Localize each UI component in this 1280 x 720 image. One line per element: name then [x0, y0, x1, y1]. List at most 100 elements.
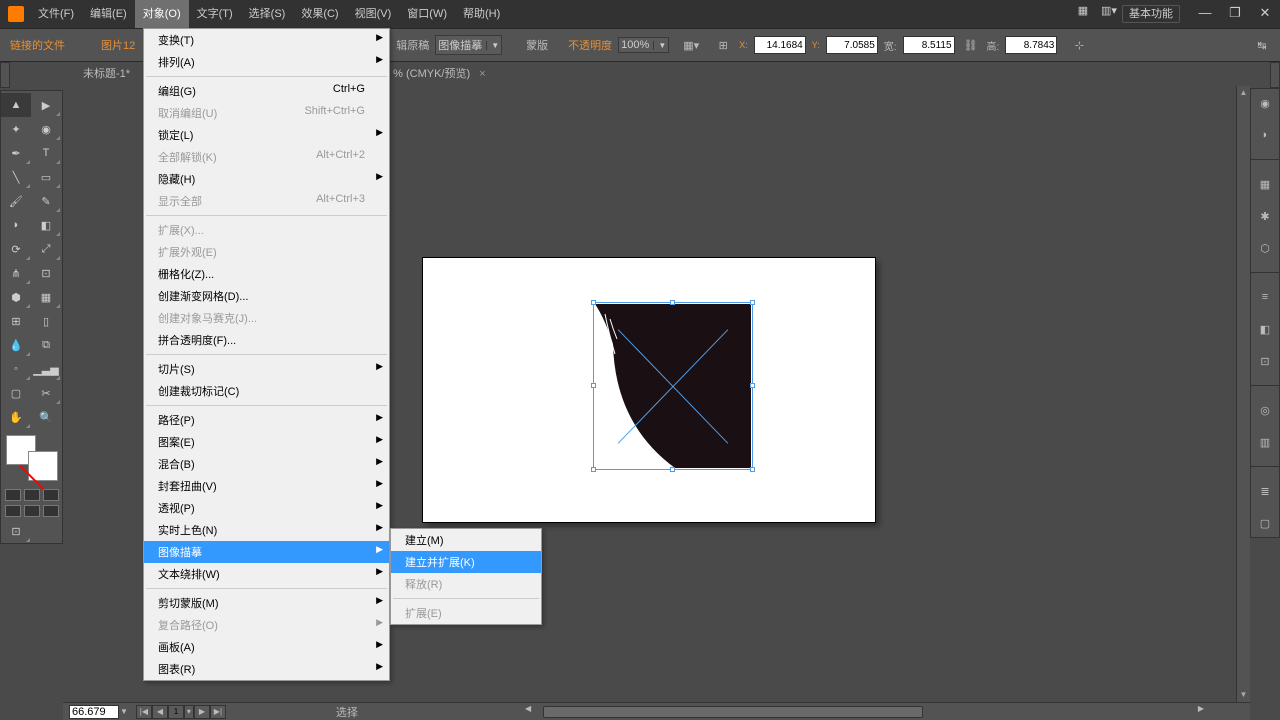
maximize-button[interactable]: ❐: [1220, 4, 1250, 24]
vertical-scrollbar[interactable]: ▲▼: [1236, 86, 1250, 702]
blend-tool[interactable]: ⧉: [31, 333, 61, 357]
menu-item[interactable]: 封套扭曲(V)▶: [144, 475, 389, 497]
menu-item[interactable]: 创建渐变网格(D)...: [144, 285, 389, 307]
paintbrush-tool[interactable]: 🖌: [1, 189, 31, 213]
image-label[interactable]: 图片12: [101, 37, 135, 53]
left-dock-grip[interactable]: [0, 62, 10, 88]
color-mode-row[interactable]: [1, 487, 62, 503]
eraser-tool[interactable]: ◧: [31, 213, 61, 237]
menu-item[interactable]: 栅格化(Z)...: [144, 263, 389, 285]
type-tool[interactable]: T: [31, 141, 61, 165]
menu-item[interactable]: 图案(E)▶: [144, 431, 389, 453]
reference-point-icon[interactable]: ⊞: [713, 35, 733, 55]
eyedropper-tool[interactable]: 💧: [1, 333, 31, 357]
menu-item[interactable]: 隐藏(H)▶: [144, 168, 389, 190]
mesh-tool[interactable]: ⊞: [1, 309, 31, 333]
color-panel-icon[interactable]: ◉: [1255, 93, 1275, 113]
transform-panel-icon[interactable]: ⊹: [1069, 35, 1089, 55]
artboard-nav[interactable]: |◀ ◀ 1 ▾ ▶ ▶|: [136, 705, 226, 719]
layers-panel-icon[interactable]: ≣: [1255, 481, 1275, 501]
menubar-item[interactable]: 对象(O): [135, 0, 189, 28]
gradient-tool[interactable]: ▯: [31, 309, 61, 333]
menu-item[interactable]: 剪切蒙版(M)▶: [144, 592, 389, 614]
rotate-tool[interactable]: ⟳: [1, 237, 31, 261]
image-trace-dropdown[interactable]: 图像描摹▼: [435, 35, 502, 55]
menu-item[interactable]: 编组(G)Ctrl+G: [144, 80, 389, 102]
menu-item[interactable]: 实时上色(N)▶: [144, 519, 389, 541]
zoom-input[interactable]: [69, 705, 119, 719]
magic-wand-tool[interactable]: ✦: [1, 117, 31, 141]
pen-tool[interactable]: ✒: [1, 141, 31, 165]
close-button[interactable]: ✕: [1250, 4, 1280, 24]
menu-item[interactable]: 混合(B)▶: [144, 453, 389, 475]
panel-collapse-icon[interactable]: ↹: [1252, 35, 1272, 55]
last-artboard-button[interactable]: ▶|: [210, 705, 226, 719]
perspective-grid-tool[interactable]: ▦: [31, 285, 61, 309]
menubar-item[interactable]: 文字(T): [189, 0, 241, 28]
menubar-item[interactable]: 选择(S): [241, 0, 294, 28]
symbols-panel-icon[interactable]: ⬡: [1255, 238, 1275, 258]
next-artboard-button[interactable]: ▶: [194, 705, 210, 719]
y-input[interactable]: [826, 36, 878, 54]
menubar-item[interactable]: 效果(C): [293, 0, 346, 28]
menu-item[interactable]: 变换(T)▶: [144, 29, 389, 51]
menubar-item[interactable]: 视图(V): [347, 0, 400, 28]
hand-tool[interactable]: ✋: [1, 405, 31, 429]
right-dock-grip[interactable]: [1270, 62, 1280, 88]
menu-item[interactable]: 创建裁切标记(C): [144, 380, 389, 402]
symbol-sprayer-tool[interactable]: ◦: [1, 357, 31, 381]
shape-builder-tool[interactable]: ⬢: [1, 285, 31, 309]
edit-original-button[interactable]: 辑原稿: [396, 37, 429, 53]
artboard-number-input[interactable]: 1: [168, 705, 184, 719]
first-artboard-button[interactable]: |◀: [136, 705, 152, 719]
free-transform-tool[interactable]: ⊡: [31, 261, 61, 285]
brushes-panel-icon[interactable]: ✱: [1255, 206, 1275, 226]
align-icon[interactable]: ▦▾: [681, 35, 701, 55]
selection-tool[interactable]: ▲: [1, 93, 31, 117]
prev-artboard-button[interactable]: ◀: [152, 705, 168, 719]
menu-item[interactable]: 锁定(L)▶: [144, 124, 389, 146]
menubar-item[interactable]: 窗口(W): [399, 0, 455, 28]
rectangle-tool[interactable]: ▭: [31, 165, 61, 189]
pencil-tool[interactable]: ✎: [31, 189, 61, 213]
image-trace-submenu[interactable]: 建立(M)建立并扩展(K)释放(R)扩展(E): [390, 528, 542, 625]
h-input[interactable]: [1005, 36, 1057, 54]
draw-mode-row[interactable]: [1, 503, 62, 519]
menu-item[interactable]: 建立(M): [391, 529, 541, 551]
tab-close-icon[interactable]: ×: [479, 68, 485, 80]
menu-item[interactable]: 透视(P)▶: [144, 497, 389, 519]
mask-button[interactable]: 蒙版: [526, 37, 548, 53]
menubar-item[interactable]: 文件(F): [30, 0, 82, 28]
artboard-tool[interactable]: ▢: [1, 381, 31, 405]
layout-icon[interactable]: ▦: [1070, 4, 1096, 24]
workspace-switcher[interactable]: 基本功能: [1122, 5, 1180, 23]
menu-item[interactable]: 拼合透明度(F)...: [144, 329, 389, 351]
menu-item[interactable]: 切片(S)▶: [144, 358, 389, 380]
menu-item[interactable]: 画板(A)▶: [144, 636, 389, 658]
menu-item[interactable]: 图表(R)▶: [144, 658, 389, 680]
column-graph-tool[interactable]: ▁▃▅: [31, 357, 61, 381]
w-input[interactable]: [903, 36, 955, 54]
menubar-item[interactable]: 编辑(E): [82, 0, 135, 28]
opacity-value[interactable]: 100%▼: [618, 37, 669, 53]
slice-tool[interactable]: ✂: [31, 381, 61, 405]
linked-file-label[interactable]: 链接的文件: [10, 37, 65, 53]
x-input[interactable]: [754, 36, 806, 54]
color-guide-panel-icon[interactable]: ◗: [1255, 125, 1275, 145]
line-tool[interactable]: ╲: [1, 165, 31, 189]
graphic-styles-panel-icon[interactable]: ▥: [1255, 432, 1275, 452]
swatches-panel-icon[interactable]: ▦: [1255, 174, 1275, 194]
menubar-item[interactable]: 帮助(H): [455, 0, 508, 28]
width-tool[interactable]: ⋔: [1, 261, 31, 285]
transparency-panel-icon[interactable]: ⊡: [1255, 351, 1275, 371]
object-menu[interactable]: 变换(T)▶排列(A)▶编组(G)Ctrl+G取消编组(U)Shift+Ctrl…: [143, 28, 390, 681]
direct-selection-tool[interactable]: ▶: [31, 93, 61, 117]
fill-stroke-swatch[interactable]: [4, 433, 60, 483]
artboards-panel-icon[interactable]: ▢: [1255, 513, 1275, 533]
scale-tool[interactable]: ⤢: [31, 237, 61, 261]
menu-item[interactable]: 路径(P)▶: [144, 409, 389, 431]
blob-brush-tool[interactable]: ◗: [1, 213, 31, 237]
menu-item[interactable]: 排列(A)▶: [144, 51, 389, 73]
lasso-tool[interactable]: ◉: [31, 117, 61, 141]
menu-item[interactable]: 建立并扩展(K): [391, 551, 541, 573]
